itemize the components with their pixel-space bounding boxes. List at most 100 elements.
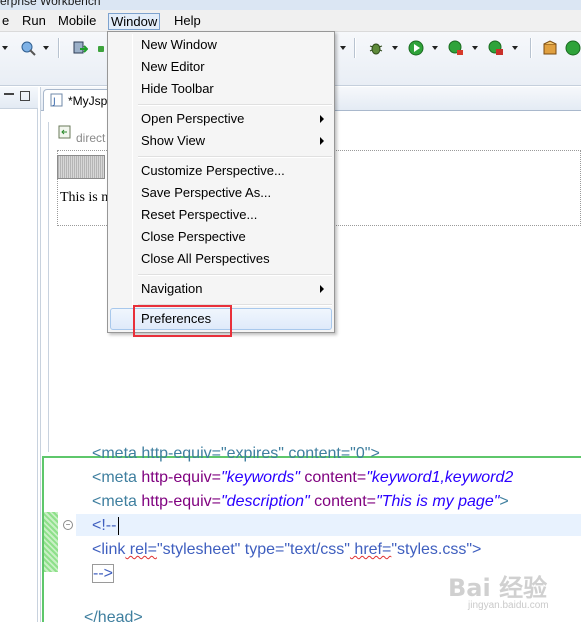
menu-help[interactable]: Help bbox=[172, 13, 203, 30]
code-token: "text/css" bbox=[284, 541, 350, 558]
menu-item-reset-perspective[interactable]: Reset Perspective... bbox=[110, 204, 332, 226]
code-token: "This is my page" bbox=[376, 493, 500, 510]
menu-item-close-perspective[interactable]: Close Perspective bbox=[110, 226, 332, 248]
menu-item-hide-toolbar[interactable]: Hide Toolbar bbox=[110, 78, 332, 100]
code-token: "styles.css" bbox=[391, 541, 473, 558]
code-line-comment-close: --> bbox=[92, 564, 114, 584]
code-line-meta-expires: <meta http-equiv="expires" content="0"> bbox=[92, 445, 380, 462]
menu-item-customize-perspective[interactable]: Customize Perspective... bbox=[110, 160, 332, 182]
directive-icon bbox=[58, 125, 71, 139]
left-view-panel bbox=[0, 87, 38, 622]
run-icon[interactable] bbox=[408, 40, 424, 56]
menu-item-open-perspective[interactable]: Open Perspective bbox=[110, 108, 332, 130]
toolbar-separator bbox=[354, 38, 356, 58]
menu-item-label: Reset Perspective... bbox=[141, 207, 258, 222]
current-line-highlight bbox=[76, 514, 581, 536]
menu-window[interactable]: Window bbox=[108, 13, 161, 30]
maximize-icon[interactable] bbox=[20, 91, 30, 101]
dropdown-arrow-icon[interactable] bbox=[2, 46, 8, 50]
run-partial-icon[interactable] bbox=[98, 46, 104, 52]
menu-item-label: Customize Perspective... bbox=[141, 163, 285, 178]
design-directive-label: direct bbox=[76, 131, 106, 145]
deploy-server-icon[interactable] bbox=[72, 40, 88, 56]
watermark-url: jingyan.baidu.com bbox=[468, 600, 549, 611]
code-token: "keyword1,keyword2 bbox=[366, 469, 514, 486]
menu-mobile[interactable]: Mobile bbox=[56, 13, 98, 30]
window-title-bar: erprise Workbench bbox=[0, 0, 581, 10]
code-token: > bbox=[499, 493, 509, 510]
globe-icon[interactable] bbox=[565, 40, 581, 56]
text-caret bbox=[118, 516, 120, 535]
code-token: http-equiv= bbox=[136, 493, 221, 510]
menu-separator bbox=[138, 274, 332, 276]
menu-item-show-view[interactable]: Show View bbox=[110, 130, 332, 152]
menu-item-label: Hide Toolbar bbox=[141, 81, 214, 96]
package-icon[interactable] bbox=[542, 40, 558, 56]
menu-separator bbox=[138, 156, 332, 158]
code-line-head-close: </head> bbox=[84, 609, 143, 622]
submenu-arrow-icon bbox=[320, 137, 324, 145]
code-token: "description" bbox=[220, 493, 310, 510]
menu-item-navigation[interactable]: Navigation bbox=[110, 278, 332, 300]
menu-separator bbox=[138, 104, 332, 106]
run-external-tools-icon[interactable] bbox=[448, 40, 464, 56]
editor-tab-myjsp[interactable]: J *MyJsp bbox=[43, 89, 113, 111]
submenu-arrow-icon bbox=[320, 285, 324, 293]
code-token: rel= bbox=[125, 541, 157, 558]
code-token: content= bbox=[299, 469, 367, 486]
svg-text:J: J bbox=[52, 97, 56, 107]
minimize-icon[interactable] bbox=[4, 93, 14, 103]
menu-item-label: Close All Perspectives bbox=[141, 251, 270, 266]
menu-item-label: Open Perspective bbox=[141, 111, 245, 126]
design-body-text: This is n bbox=[60, 190, 109, 205]
debug-bug-icon[interactable] bbox=[368, 40, 384, 56]
code-token: href= bbox=[349, 541, 392, 558]
code-token: content= bbox=[309, 493, 376, 510]
left-view-header bbox=[0, 87, 38, 109]
code-line-meta-keywords: <meta http-equiv="keywords" content="key… bbox=[92, 468, 513, 488]
code-token: "keywords" bbox=[220, 469, 300, 486]
external-tools-icon[interactable] bbox=[488, 40, 504, 56]
menu-item-label: Close Perspective bbox=[141, 229, 246, 244]
preferences-highlight-box bbox=[133, 305, 232, 337]
code-token: <link bbox=[92, 541, 126, 558]
menu-item-label: Save Perspective As... bbox=[141, 185, 272, 200]
baidu-watermark: Bai 经验 jingyan.baidu.com bbox=[448, 568, 578, 618]
menu-item-label: New Editor bbox=[141, 59, 205, 74]
code-token: http-equiv= bbox=[136, 469, 221, 486]
menu-run[interactable]: Run bbox=[20, 13, 48, 30]
dropdown-arrow-icon[interactable] bbox=[512, 46, 518, 50]
code-line-meta-description: <meta http-equiv="description" content="… bbox=[92, 492, 509, 512]
submenu-arrow-icon bbox=[320, 115, 324, 123]
design-placeholder-block bbox=[57, 155, 105, 179]
code-token: --> bbox=[92, 564, 114, 583]
editor-tab-label: *MyJsp bbox=[68, 94, 108, 108]
toolbar-separator bbox=[530, 38, 532, 58]
menu-item-label: Show View bbox=[141, 133, 206, 148]
menu-item-close-all-perspectives[interactable]: Close All Perspectives bbox=[110, 248, 332, 270]
dropdown-arrow-icon[interactable] bbox=[432, 46, 438, 50]
code-token: "stylesheet" bbox=[156, 541, 241, 558]
watermark-logo-text: Bai 经验 bbox=[448, 574, 548, 602]
menu-item-save-perspective-as[interactable]: Save Perspective As... bbox=[110, 182, 332, 204]
toolbar-separator bbox=[58, 38, 60, 58]
jsp-file-icon: J bbox=[50, 93, 63, 107]
menu-item-new-editor[interactable]: New Editor bbox=[110, 56, 332, 78]
code-token: type= bbox=[240, 541, 285, 558]
code-token: <meta bbox=[92, 469, 137, 486]
dropdown-arrow-icon[interactable] bbox=[392, 46, 398, 50]
dropdown-arrow-icon[interactable] bbox=[472, 46, 478, 50]
fold-collapse-icon[interactable]: − bbox=[63, 520, 73, 530]
code-token: > bbox=[472, 541, 482, 558]
menu-item-new-window[interactable]: New Window bbox=[110, 34, 332, 56]
menu-edit-partial[interactable]: e bbox=[0, 13, 11, 30]
code-token: <meta bbox=[92, 493, 137, 510]
dropdown-arrow-icon[interactable] bbox=[43, 46, 49, 50]
code-token: <!-- bbox=[92, 517, 117, 534]
dropdown-arrow-icon[interactable] bbox=[340, 46, 346, 50]
window-title: erprise Workbench bbox=[0, 0, 101, 8]
change-gutter-marker bbox=[44, 512, 58, 572]
window-menu-dropdown: New Window New Editor Hide Toolbar Open … bbox=[107, 31, 335, 333]
menu-bar: e Run Mobile Window Help bbox=[0, 10, 581, 32]
search-globe-icon[interactable] bbox=[20, 40, 36, 56]
